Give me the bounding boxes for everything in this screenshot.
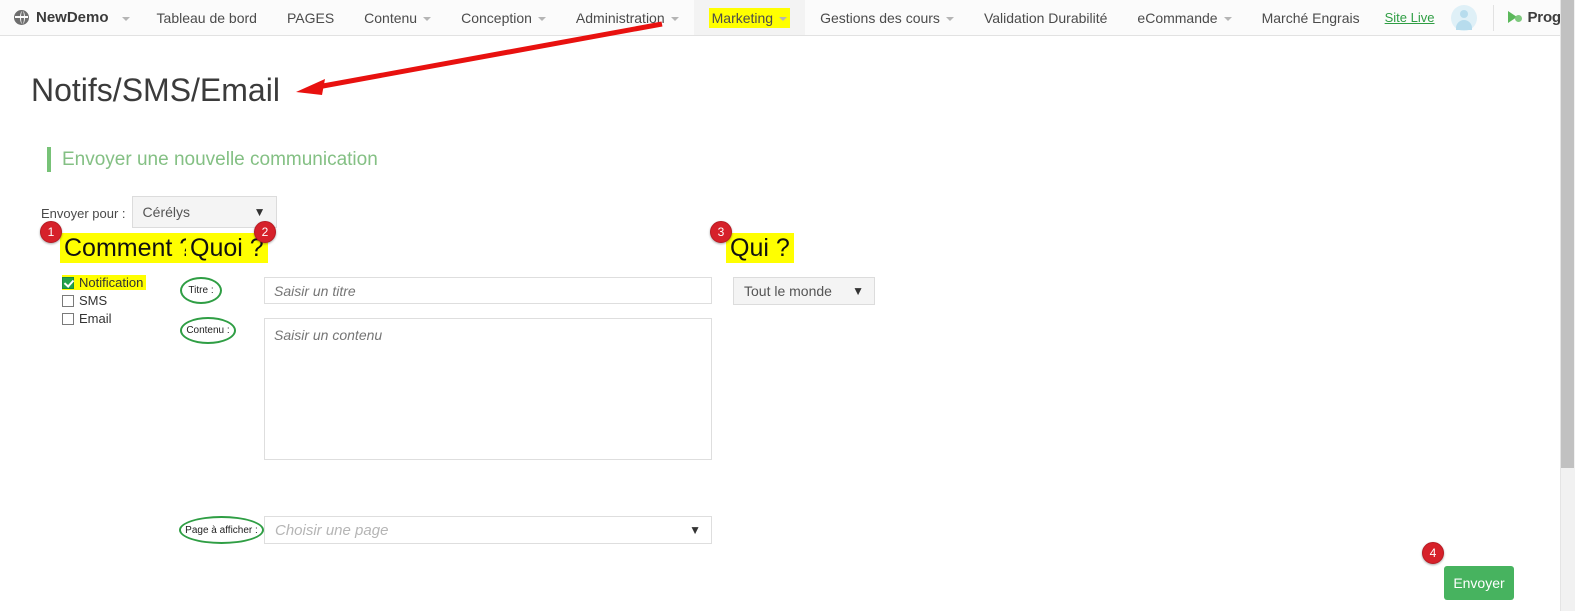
nav-label: Administration: [576, 10, 665, 26]
contenu-textarea[interactable]: [264, 318, 712, 460]
page-a-afficher-label-annotated: Page à afficher :: [179, 516, 264, 544]
chevron-down-icon: [423, 17, 431, 21]
top-navigation-bar: NewDemo Tableau de bord PAGES Contenu Co…: [0, 0, 1560, 36]
nav-label: Tableau de bord: [157, 10, 257, 26]
nav-label: Validation Durabilité: [984, 10, 1107, 26]
vertical-scrollbar-thumb[interactable]: [1561, 0, 1574, 468]
audience-value: Tout le monde: [744, 283, 832, 299]
step-badge-2: 2: [254, 221, 276, 243]
section-accent-bar: [47, 147, 51, 172]
nav-label: eCommande: [1137, 10, 1217, 26]
chevron-down-icon: [538, 17, 546, 21]
bottom-cutoff-row: [0, 601, 1540, 611]
nav-item-marketing[interactable]: Marketing: [694, 0, 805, 35]
envoyer-pour-value: Cérélys: [143, 204, 190, 220]
vertical-scrollbar-track[interactable]: [1560, 0, 1575, 611]
chevron-down-icon: [1224, 17, 1232, 21]
page-title: Notifs/SMS/Email: [31, 72, 280, 109]
chevron-down-icon: [946, 17, 954, 21]
checkbox-email[interactable]: [62, 313, 74, 325]
step-title-qui: Qui ?: [726, 233, 794, 263]
checkbox-label-notification: Notification: [79, 275, 143, 290]
chevron-down-icon: [671, 17, 679, 21]
nav-item-administration[interactable]: Administration: [561, 0, 694, 35]
nav-item-conception[interactable]: Conception: [446, 0, 561, 35]
submit-button[interactable]: Envoyer: [1444, 566, 1514, 600]
page-a-afficher-select[interactable]: Choisir une page ▼: [264, 516, 712, 544]
envoyer-pour-row: Envoyer pour : Cérélys ▼: [41, 198, 277, 228]
audience-select[interactable]: Tout le monde ▼: [733, 277, 875, 305]
nav-label: Marché Engrais: [1262, 10, 1360, 26]
nav-item-contenu[interactable]: Contenu: [349, 0, 446, 35]
checkbox-sms[interactable]: [62, 295, 74, 307]
envoyer-pour-label: Envoyer pour :: [41, 206, 126, 221]
nav-item-marche-engrais[interactable]: Marché Engrais: [1247, 0, 1375, 35]
globe-icon: [14, 10, 29, 25]
checkbox-label-sms: SMS: [79, 293, 107, 308]
titre-label-annotated: Titre :: [180, 277, 222, 304]
checkbox-notification[interactable]: [62, 277, 74, 289]
nav-label: PAGES: [287, 10, 334, 26]
titre-input[interactable]: [264, 277, 712, 304]
step-title-comment: Comment ?: [60, 233, 197, 263]
brand-newdemo[interactable]: NewDemo: [0, 0, 142, 35]
step-badge-4: 4: [1422, 542, 1444, 564]
nav-item-tableau-de-bord[interactable]: Tableau de bord: [142, 0, 272, 35]
brand-label: NewDemo: [36, 9, 109, 26]
nav-marketing-highlight: Marketing: [709, 8, 790, 28]
section-heading-label: Envoyer une nouvelle communication: [62, 149, 378, 171]
nav-label: Contenu: [364, 10, 417, 26]
nav-item-ecommande[interactable]: eCommande: [1122, 0, 1246, 35]
contenu-label-annotated: Contenu :: [180, 317, 236, 344]
channel-row-sms[interactable]: SMS: [62, 292, 146, 309]
step-badge-3: 3: [710, 221, 732, 243]
channel-checkbox-group: Notification SMS Email: [62, 274, 146, 328]
page-a-afficher-value: Choisir une page: [275, 522, 388, 539]
step-badge-1: 1: [40, 221, 62, 243]
envoyer-pour-select[interactable]: Cérélys ▼: [132, 196, 277, 228]
nav-item-validation-durabilite[interactable]: Validation Durabilité: [969, 0, 1122, 35]
progress-logo-icon: [1508, 10, 1523, 25]
section-heading: Envoyer une nouvelle communication: [47, 147, 378, 172]
nav-right-group: Site Live Progress Sitefinity: [1375, 0, 1575, 35]
nav-label: Gestions des cours: [820, 10, 940, 26]
channel-row-email[interactable]: Email: [62, 310, 146, 327]
chevron-down-icon: ▼: [240, 206, 266, 218]
chevron-down-icon: ▼: [838, 285, 864, 297]
chevron-down-icon: ▼: [675, 524, 701, 536]
nav-label: Marketing: [712, 10, 773, 26]
site-live-link[interactable]: Site Live: [1375, 10, 1451, 25]
nav-label: Conception: [461, 10, 532, 26]
avatar[interactable]: [1451, 5, 1477, 31]
channel-row-notification[interactable]: Notification: [62, 274, 146, 291]
chevron-down-icon: [122, 17, 130, 21]
nav-item-gestions-des-cours[interactable]: Gestions des cours: [805, 0, 969, 35]
notification-highlight: Notification: [62, 275, 146, 290]
nav-item-pages[interactable]: PAGES: [272, 0, 349, 35]
checkbox-label-email: Email: [79, 311, 112, 326]
chevron-down-icon: [779, 17, 787, 21]
